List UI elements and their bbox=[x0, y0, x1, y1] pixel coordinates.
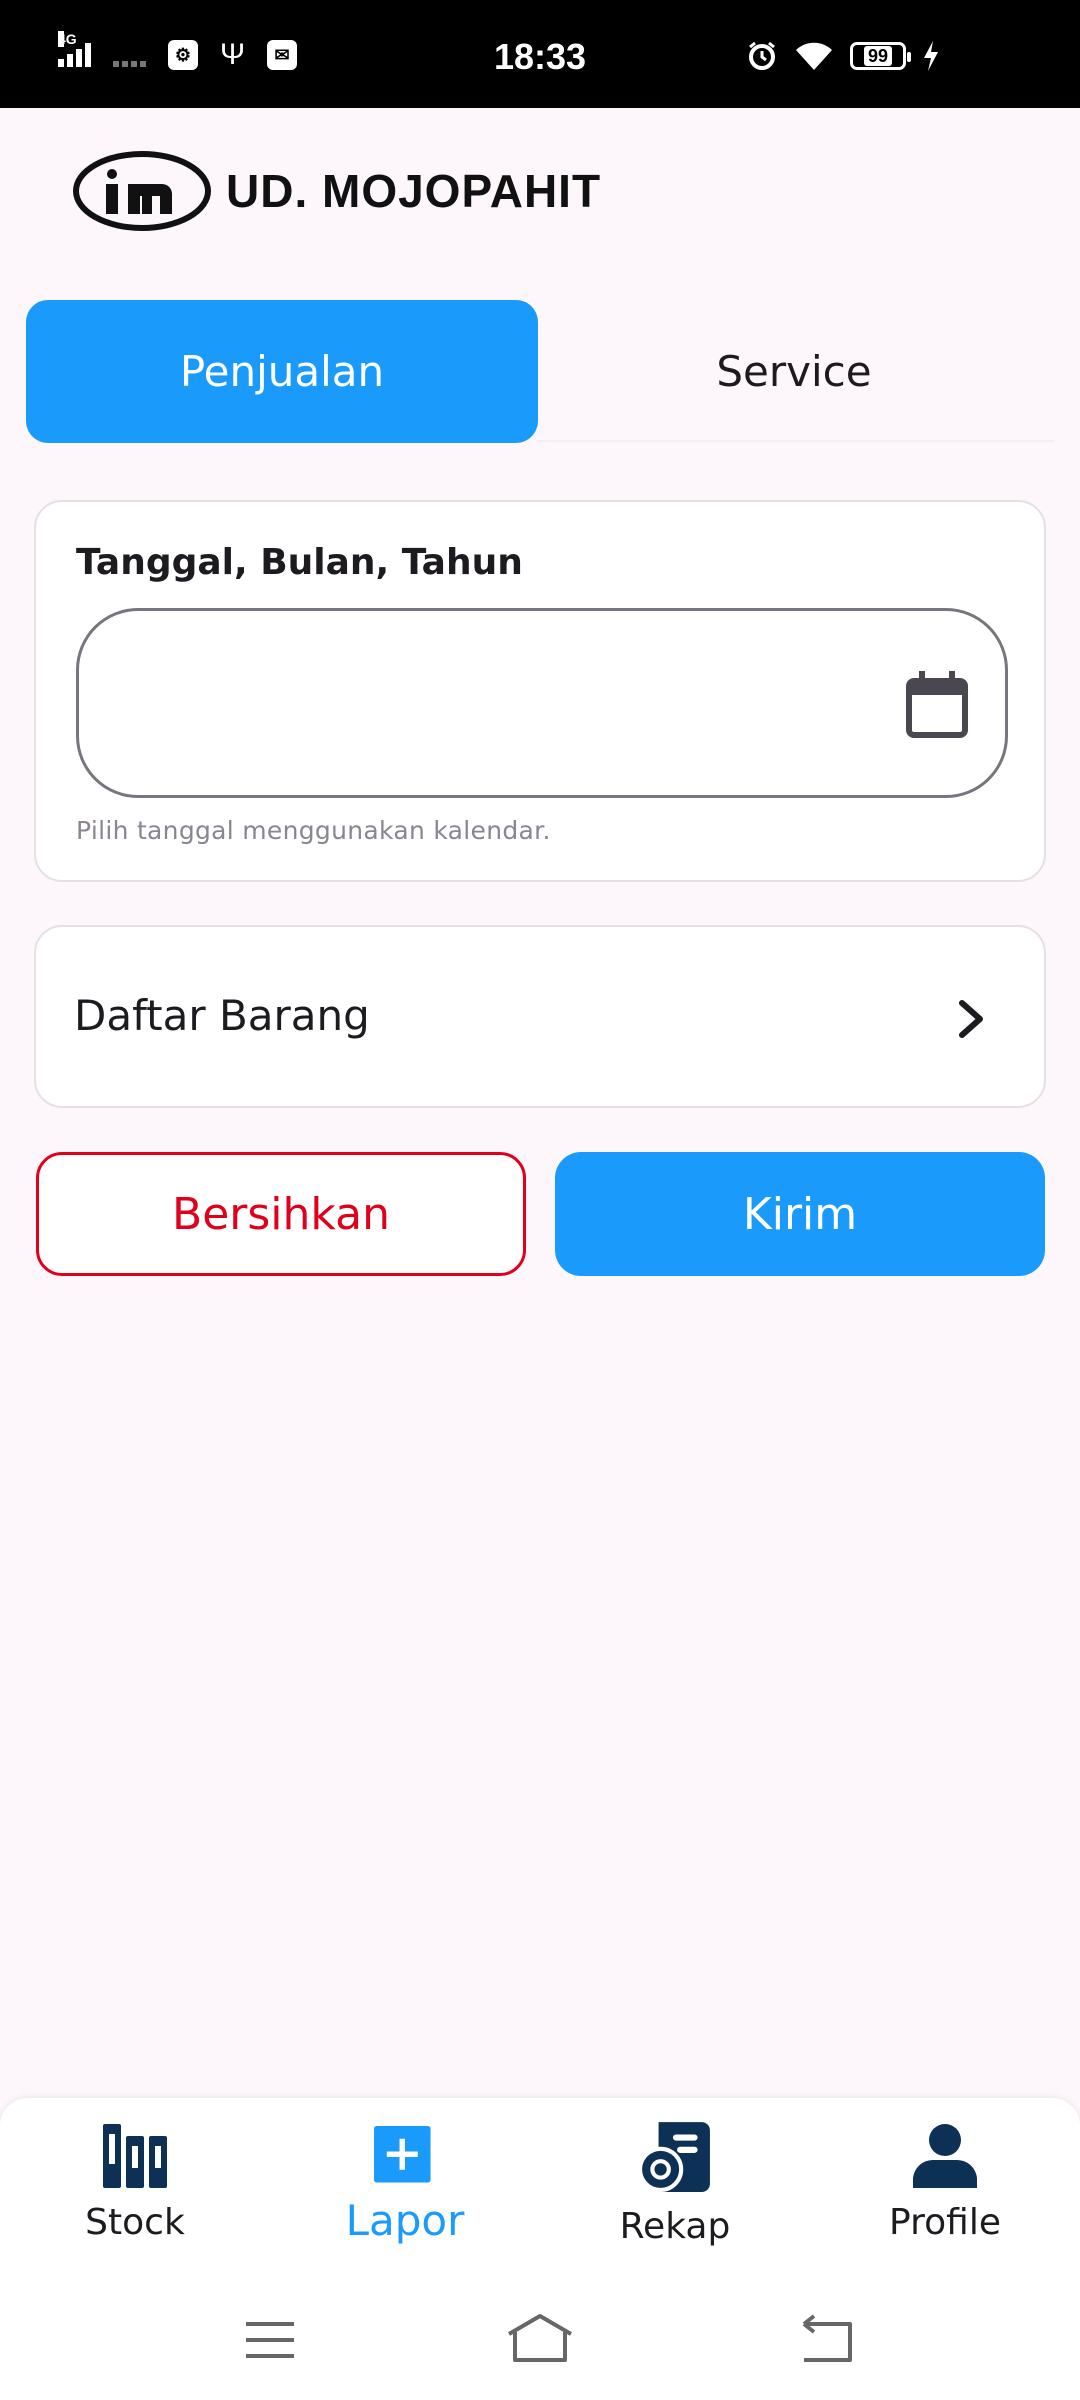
status-bar: 4G ⚙ Ψ ✉ 18:33 99 bbox=[0, 0, 1080, 108]
send-button[interactable]: Kirim bbox=[555, 1152, 1045, 1276]
nav-item-stock[interactable]: Stock bbox=[0, 2098, 270, 2282]
tab-divider bbox=[538, 440, 1054, 442]
nav-label-lapor: Lapor bbox=[345, 2196, 465, 2245]
status-right: 99 bbox=[746, 40, 940, 72]
nav-item-lapor[interactable]: Lapor bbox=[270, 2098, 540, 2282]
tab-service[interactable]: Service bbox=[538, 300, 1050, 443]
nav-item-rekap[interactable]: Rekap bbox=[540, 2098, 810, 2282]
battery-icon: 99 bbox=[850, 42, 911, 70]
report-tabs: Penjualan Service bbox=[26, 300, 1054, 443]
tab-penjualan[interactable]: Penjualan bbox=[26, 300, 538, 443]
wifi-icon bbox=[796, 42, 832, 70]
battery-level: 99 bbox=[863, 46, 893, 66]
date-card: Tanggal, Bulan, Tahun Pilih tanggal meng… bbox=[34, 500, 1046, 882]
brand-logo-icon bbox=[73, 151, 211, 231]
charging-icon bbox=[924, 41, 938, 71]
home-icon[interactable] bbox=[505, 2310, 575, 2370]
date-label: Tanggal, Bulan, Tahun bbox=[76, 542, 523, 583]
date-field[interactable] bbox=[76, 608, 1008, 798]
item-list-label: Daftar Barang bbox=[74, 991, 370, 1040]
item-list-card[interactable]: Daftar Barang bbox=[34, 925, 1046, 1108]
chevron-right-icon bbox=[959, 1000, 983, 1038]
date-input[interactable] bbox=[119, 611, 899, 795]
brand-name: UD. MOJOPAHIT bbox=[226, 165, 602, 217]
app-header: UD. MOJOPAHIT bbox=[72, 150, 601, 232]
date-help-text: Pilih tanggal menggunakan kalendar. bbox=[76, 816, 551, 845]
menu-icon[interactable] bbox=[240, 2310, 300, 2370]
nav-label-profile: Profile bbox=[889, 2202, 1001, 2243]
nav-label-stock: Stock bbox=[85, 2202, 185, 2243]
person-icon bbox=[913, 2124, 977, 2188]
clear-button[interactable]: Bersihkan bbox=[36, 1152, 526, 1276]
alarm-icon bbox=[749, 41, 775, 70]
system-nav-bar bbox=[0, 2282, 1080, 2400]
calendar-icon[interactable] bbox=[905, 669, 969, 739]
nav-label-rekap: Rekap bbox=[619, 2206, 731, 2247]
bottom-nav: Stock Lapor Rekap Profile bbox=[0, 2098, 1080, 2282]
add-box-icon bbox=[374, 2126, 431, 2183]
nav-item-profile[interactable]: Profile bbox=[810, 2098, 1080, 2282]
back-icon[interactable] bbox=[796, 2310, 856, 2370]
books-icon bbox=[103, 2124, 167, 2188]
receipt-icon bbox=[638, 2122, 710, 2192]
